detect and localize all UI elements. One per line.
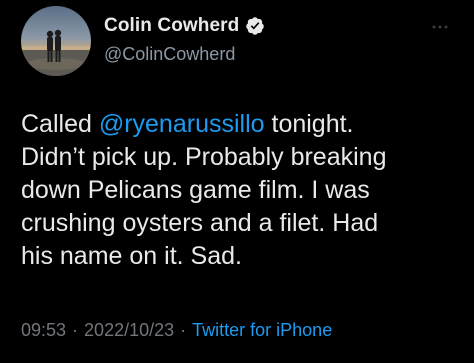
tweet-text: Called @ryenarussillo tonight. Didn’t pi… xyxy=(21,108,461,273)
mention-link[interactable]: @ryenarussillo xyxy=(99,110,265,138)
tweet-line-1: Called @ryenarussillo tonight. xyxy=(21,108,461,141)
tweet-line-1-prefix: Called xyxy=(21,110,99,138)
author-name-row[interactable]: Colin Cowherd xyxy=(104,15,265,37)
tweet-line-1-suffix: tonight. xyxy=(264,110,354,138)
verified-badge-icon xyxy=(245,16,265,36)
tweet-line-2: Didn’t pick up. Probably breaking xyxy=(21,143,387,171)
tweet-card: Colin Cowherd @ColinCowherd Called @ryen… xyxy=(0,0,474,363)
author-handle[interactable]: @ColinCowherd xyxy=(104,44,235,65)
tweet-line-3: down Pelicans game film. I was xyxy=(21,176,370,204)
source-link[interactable]: Twitter for iPhone xyxy=(192,320,332,340)
more-icon[interactable] xyxy=(430,22,450,32)
author-display-name[interactable]: Colin Cowherd xyxy=(104,15,239,37)
meta-separator: · xyxy=(180,320,187,340)
tweet-line-4: crushing oysters and a filet. Had xyxy=(21,209,379,237)
tweet-date[interactable]: 2022/10/23 xyxy=(84,320,174,340)
tweet-time[interactable]: 09:53 xyxy=(21,320,66,340)
meta-separator: · xyxy=(72,320,79,340)
tweet-meta: 09:53 · 2022/10/23 · Twitter for iPhone xyxy=(21,320,332,341)
tweet-line-5: his name on it. Sad. xyxy=(21,242,242,270)
profile-photo xyxy=(21,6,91,76)
author-avatar[interactable] xyxy=(21,6,91,76)
